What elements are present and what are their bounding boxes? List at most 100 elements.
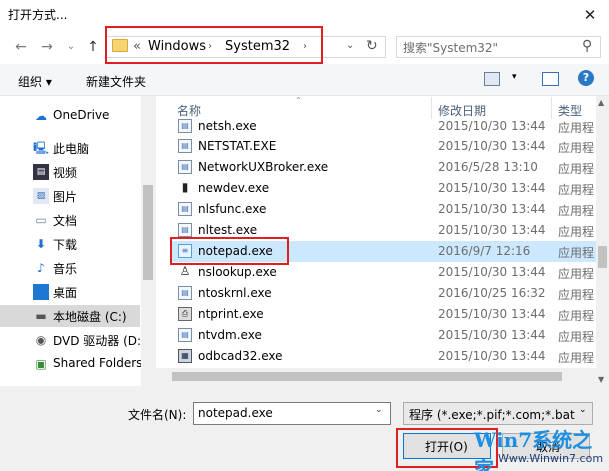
- exe-icon: ▤: [178, 286, 192, 300]
- view-options-icon[interactable]: [484, 72, 500, 86]
- sidebar-item-label: 下载: [53, 238, 78, 252]
- search-icon[interactable]: ⚲: [582, 38, 592, 54]
- chevron-down-icon[interactable]: ⌄: [62, 38, 80, 56]
- sidebar-item-label: 桌面: [53, 286, 78, 300]
- sidebar-item-desktop[interactable]: 桌面: [0, 281, 140, 303]
- picture-icon: ▨: [33, 188, 49, 204]
- chevron-down-icon[interactable]: ▾: [512, 72, 517, 82]
- preview-pane-icon[interactable]: [542, 72, 559, 86]
- printer-icon: ⎙: [178, 307, 192, 321]
- sidebar-item-local-disk[interactable]: ▬ 本地磁盘 (C:): [0, 305, 140, 327]
- list-item[interactable]: ▮ newdev.exe 2015/10/30 13:44 应用程: [170, 178, 596, 199]
- sidebar-item-shared-folders[interactable]: ▣ Shared Folders: [0, 353, 142, 375]
- file-date: 2015/10/30 13:44: [438, 349, 546, 363]
- file-date: 2015/10/30 13:44: [438, 328, 546, 342]
- file-type: 应用程: [558, 121, 595, 135]
- selection-highlight: [170, 237, 289, 265]
- file-name: nslookup.exe: [198, 265, 277, 279]
- exe-icon: ▤: [178, 139, 192, 153]
- arrow-up-icon[interactable]: ↑: [84, 38, 102, 56]
- list-item[interactable]: ⎙ ntprint.exe 2015/10/30 13:44 应用程: [170, 304, 596, 325]
- file-type: 应用程: [558, 246, 595, 260]
- list-scrollbar[interactable]: [596, 96, 609, 386]
- scroll-down-icon[interactable]: ▼: [598, 375, 604, 384]
- exe-icon: ▤: [178, 160, 192, 174]
- filetype-value: 程序 (*.exe;*.pif;*.com;*.bat;*.: [409, 408, 575, 422]
- file-date: 2015/10/30 13:44: [438, 307, 546, 321]
- address-highlight: [105, 26, 323, 64]
- network-folder-icon: ▣: [35, 357, 47, 371]
- sidebar-item-label: 图片: [53, 190, 78, 204]
- list-item[interactable]: ♙ nslookup.exe 2015/10/30 13:44 应用程: [170, 262, 596, 283]
- file-name: NETSTAT.EXE: [198, 139, 277, 153]
- file-name: ntvdm.exe: [198, 328, 262, 342]
- list-item[interactable]: ▤ NetworkUXBroker.exe 2016/5/28 13:10 应用…: [170, 157, 596, 178]
- sidebar-item-documents[interactable]: ▭ 文档: [0, 209, 140, 231]
- file-date: 2015/10/30 13:44: [438, 223, 546, 237]
- list-scroll-thumb[interactable]: [598, 246, 607, 268]
- sidebar-item-dvd[interactable]: ◉ DVD 驱动器 (D:: [0, 329, 142, 351]
- exe-icon: ▤: [178, 223, 192, 237]
- sidebar-item-this-pc[interactable]: 🖳 此电脑: [0, 137, 140, 159]
- list-item[interactable]: ▤ nlsfunc.exe 2015/10/30 13:44 应用程: [170, 199, 596, 220]
- sidebar-item-onedrive[interactable]: ☁ OneDrive: [0, 105, 140, 127]
- close-icon[interactable]: ✕: [579, 4, 601, 26]
- file-type: 应用程: [558, 141, 595, 155]
- file-date: 2016/5/28 13:10: [438, 160, 538, 174]
- file-name: NetworkUXBroker.exe: [198, 160, 329, 174]
- file-type: 应用程: [558, 351, 595, 365]
- filename-value: notepad.exe: [198, 406, 273, 420]
- arrow-right-icon[interactable]: →: [38, 38, 56, 56]
- file-name: ntprint.exe: [198, 307, 264, 321]
- cloud-icon: ☁: [35, 109, 47, 123]
- sort-up-icon: ⌃: [295, 96, 302, 105]
- video-icon: ▤: [33, 164, 49, 180]
- download-icon: ⬇: [35, 237, 47, 251]
- database-icon: ▦: [178, 349, 192, 363]
- file-name: nltest.exe: [198, 223, 258, 237]
- chevron-down-icon[interactable]: ⌄: [375, 405, 383, 415]
- list-item[interactable]: ▤ NETSTAT.EXE 2015/10/30 13:44 应用程: [170, 136, 596, 157]
- file-type: 应用程: [558, 288, 595, 302]
- exe-icon: ▤: [178, 328, 192, 342]
- list-item[interactable]: ▤ ntvdm.exe 2015/10/30 13:44 应用程: [170, 325, 596, 346]
- file-date: 2015/10/30 13:44: [438, 181, 546, 195]
- file-name: nlsfunc.exe: [198, 202, 267, 216]
- sidebar-scroll-thumb[interactable]: [143, 185, 153, 280]
- file-name: odbcad32.exe: [198, 349, 283, 363]
- list-item[interactable]: ▤ netsh.exe 2015/10/30 13:44 应用程: [170, 116, 596, 137]
- file-type: 应用程: [558, 162, 595, 176]
- computer-icon: 🖳: [33, 141, 50, 155]
- refresh-icon[interactable]: ↻: [366, 38, 378, 54]
- horizontal-scroll-thumb[interactable]: [172, 372, 562, 381]
- sidebar-item-label: DVD 驱动器 (D:: [53, 334, 142, 348]
- exe-icon: ▤: [178, 202, 192, 216]
- file-type: 应用程: [558, 309, 595, 323]
- list-item[interactable]: ▤ ntoskrnl.exe 2016/10/25 16:32 应用程: [170, 283, 596, 304]
- dvd-icon: ◉: [35, 333, 47, 347]
- sidebar-item-downloads[interactable]: ⬇ 下载: [0, 233, 140, 255]
- file-date: 2016/9/7 12:16: [438, 244, 531, 258]
- arrow-left-icon[interactable]: ←: [12, 38, 30, 56]
- filename-label: 文件名(N):: [128, 408, 187, 422]
- desktop-icon: [33, 284, 49, 300]
- file-type: 应用程: [558, 267, 595, 281]
- new-folder-button[interactable]: 新建文件夹: [86, 73, 146, 90]
- sidebar-item-pictures[interactable]: ▨ 图片: [0, 185, 140, 207]
- chevron-down-icon[interactable]: ⌄: [579, 405, 587, 415]
- file-type: 应用程: [558, 183, 595, 197]
- sidebar-item-label: 音乐: [53, 262, 78, 276]
- scroll-up-icon[interactable]: ▲: [598, 98, 604, 107]
- chevron-down-icon[interactable]: ⌄: [346, 40, 354, 51]
- organize-button[interactable]: 组织 ▾: [18, 73, 52, 90]
- sidebar-item-music[interactable]: ♪ 音乐: [0, 257, 140, 279]
- list-item[interactable]: ▦ odbcad32.exe 2015/10/30 13:44 应用程: [170, 346, 596, 367]
- drive-icon: ▬: [35, 309, 47, 323]
- sidebar-item-label: 视频: [53, 166, 78, 180]
- help-icon[interactable]: ?: [578, 70, 594, 86]
- exe-icon: ▤: [178, 119, 192, 133]
- sidebar-item-videos[interactable]: ▤ 视频: [0, 161, 140, 183]
- file-date: 2016/10/25 16:32: [438, 286, 546, 300]
- sidebar-item-label: OneDrive: [53, 108, 110, 122]
- file-date: 2015/10/30 13:44: [438, 119, 546, 133]
